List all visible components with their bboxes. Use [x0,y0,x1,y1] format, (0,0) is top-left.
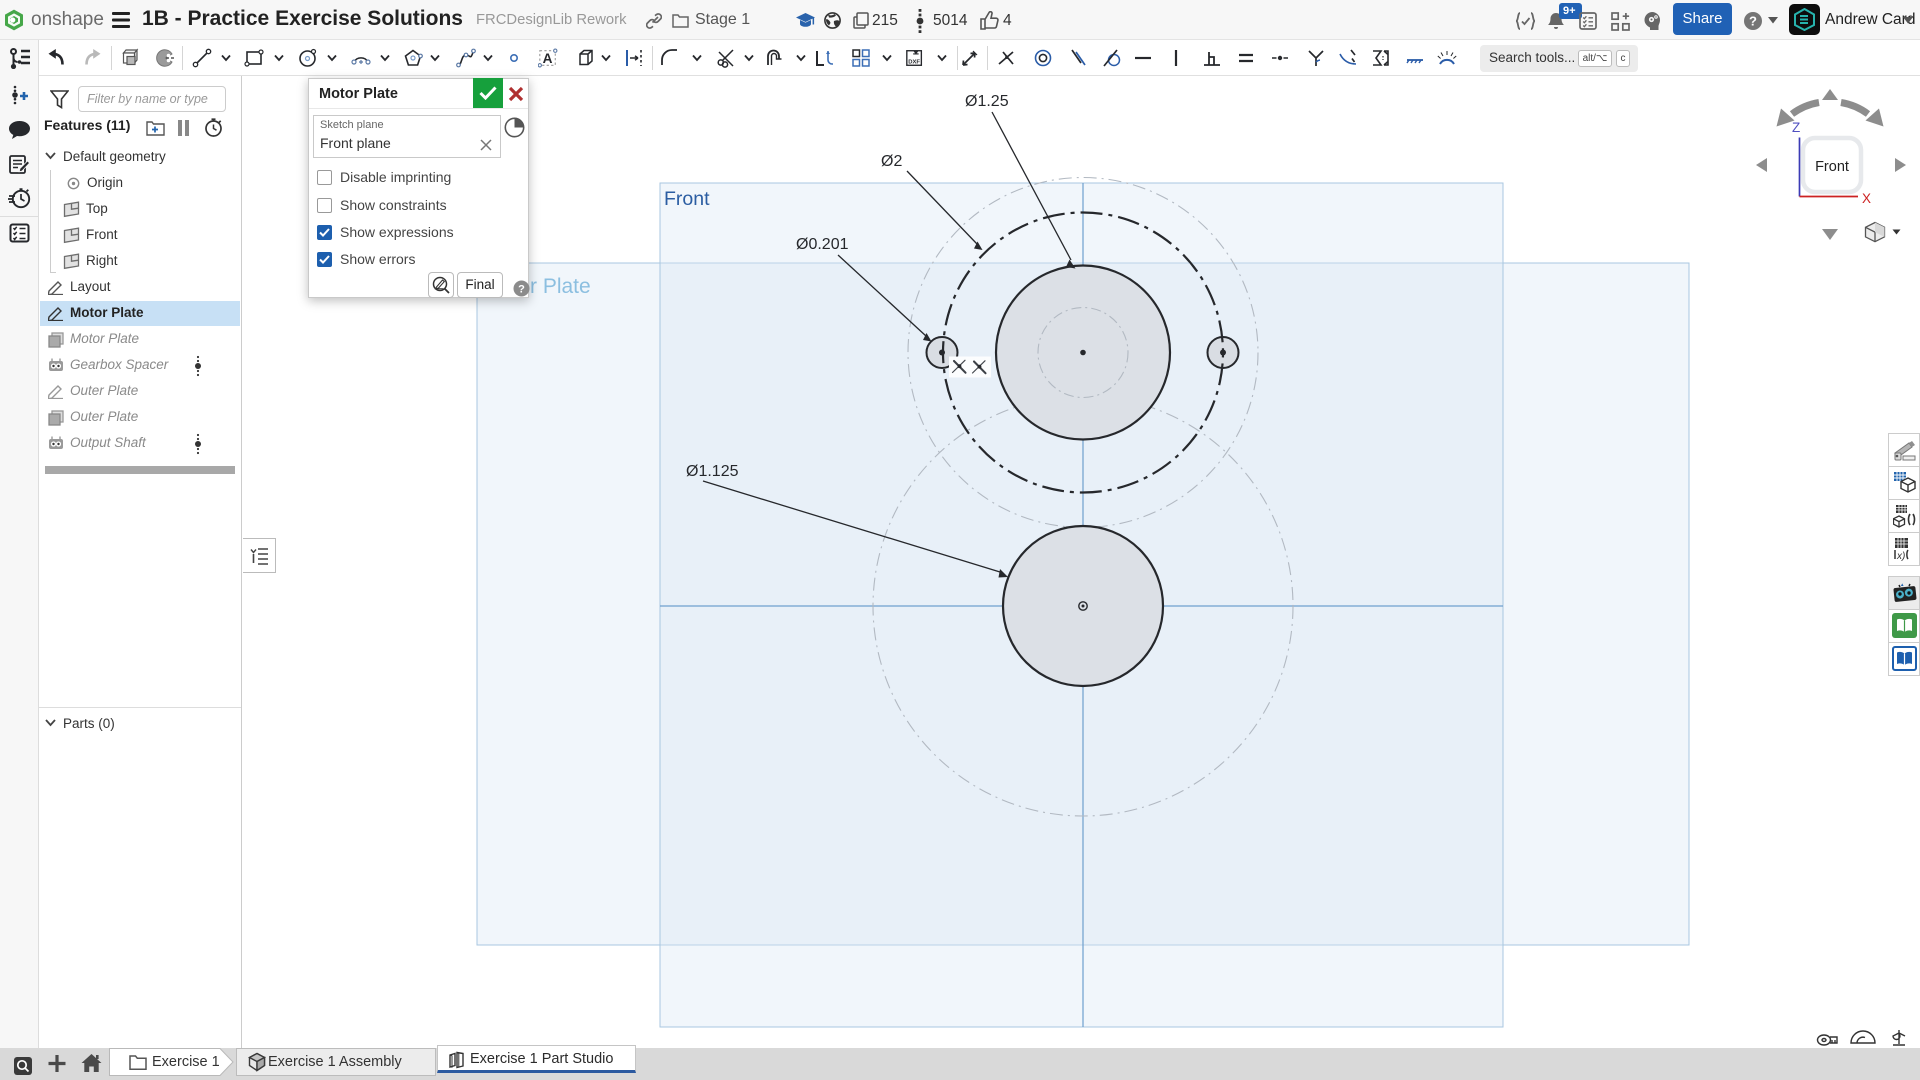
svg-text:?: ? [518,284,525,296]
svg-text:A: A [543,51,553,66]
svg-text:Ø2: Ø2 [881,153,902,170]
svg-text:Ø1.25: Ø1.25 [965,93,1009,110]
svg-text:r Plate: r Plate [530,275,591,298]
svg-text:Front: Front [664,188,710,210]
svg-text:Z: Z [1792,120,1800,135]
svg-text:?: ? [1749,14,1757,29]
svg-text:Ø0.201: Ø0.201 [796,236,849,253]
svg-text:DXF: DXF [908,59,920,65]
svg-text:Ø1.125: Ø1.125 [686,463,739,480]
svg-text:X: X [1862,191,1871,206]
svg-text:Front: Front [1815,159,1849,175]
